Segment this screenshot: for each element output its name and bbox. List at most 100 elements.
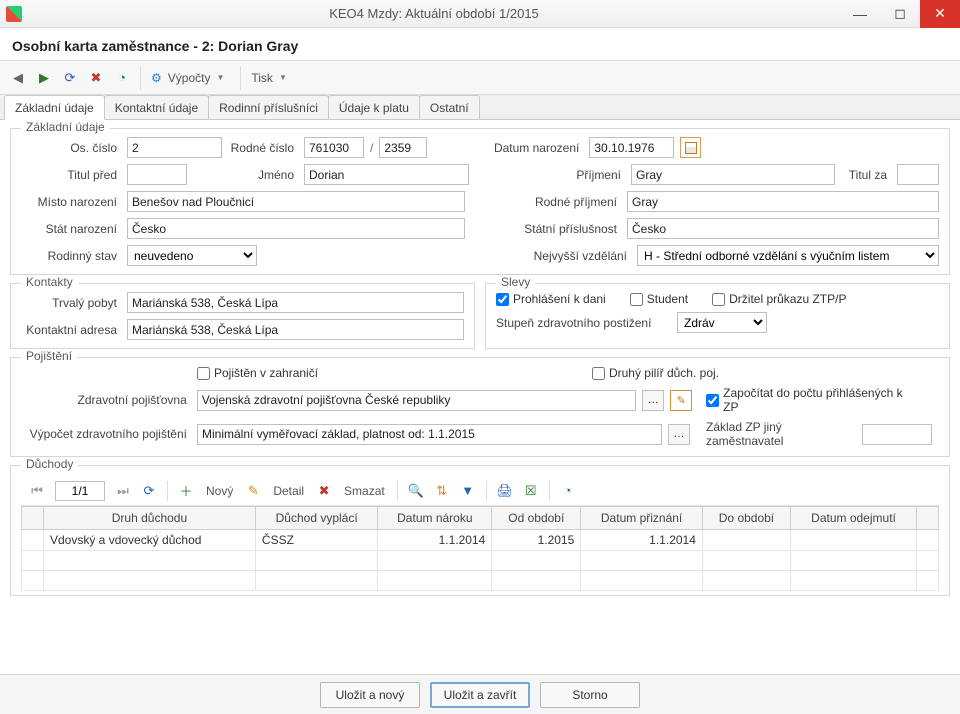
history-icon[interactable]: ◔	[556, 479, 580, 503]
calc-icon: ⚙	[151, 71, 162, 85]
field-vzdelani[interactable]: H - Střední odborné vzdělání s výučním l…	[637, 245, 939, 266]
vypocty-dropdown[interactable]: ⚙ Výpočty ▼	[140, 66, 234, 90]
field-statnar[interactable]	[127, 218, 465, 239]
btn-novy[interactable]: Nový	[200, 484, 239, 498]
col-druh[interactable]: Druh důchodu	[44, 507, 256, 530]
nav-next-icon[interactable]: ▶	[32, 66, 56, 90]
cancel-button[interactable]: Storno	[540, 682, 640, 708]
export-icon[interactable]: ☒	[519, 479, 543, 503]
field-zp[interactable]	[197, 390, 636, 411]
group-slevy: Slevy Prohlášení k dani Student Držitel …	[485, 283, 950, 349]
col-vyplaci[interactable]: Důchod vyplácí	[255, 507, 377, 530]
maximize-button[interactable]: ◻	[880, 0, 920, 28]
lbl-stupen: Stupeň zdravotního postižení	[496, 316, 671, 330]
zp-browse-button[interactable]: …	[642, 390, 664, 411]
field-statnipris[interactable]	[627, 218, 939, 239]
calendar-button[interactable]	[680, 137, 701, 158]
vypocty-label: Výpočty	[168, 71, 211, 85]
clock-icon[interactable]: ◔	[110, 66, 134, 90]
btn-smazat[interactable]: Smazat	[338, 484, 391, 498]
field-stupen[interactable]: Zdráv	[677, 312, 767, 333]
chk-zapocitat[interactable]: Započítat do počtu přihlášených k ZP	[706, 386, 921, 414]
refresh-grid-icon[interactable]: ⟳	[137, 479, 161, 503]
field-jmeno[interactable]	[304, 164, 469, 185]
duchody-toolbar: ⏮ ⏭ ⟳ ＋ Nový ✎ Detail ✖ Smazat 🔍 ⇅ ▼ 🖨 ☒…	[21, 476, 939, 506]
field-trvaly[interactable]	[127, 292, 464, 313]
legend-zakladni: Základní údaje	[21, 120, 110, 134]
lbl-vypocet: Výpočet zdravotního pojištění	[21, 427, 191, 441]
legend-kontakty: Kontakty	[21, 275, 78, 289]
tab-kontaktni[interactable]: Kontaktní údaje	[104, 95, 209, 119]
legend-duchody: Důchody	[21, 457, 78, 471]
field-rodstav[interactable]: neuvedeno	[127, 245, 257, 266]
chk-student[interactable]: Student	[630, 292, 688, 306]
field-mistonar[interactable]	[127, 191, 465, 212]
zp-edit-button[interactable]: ✎	[670, 390, 692, 411]
pager-field[interactable]	[55, 481, 105, 501]
delete-icon[interactable]: ✖	[84, 66, 108, 90]
table-row[interactable]: Vdovský a vdovecký důchod ČSSZ 1.1.2014 …	[22, 530, 939, 551]
tab-rodinni[interactable]: Rodinní příslušníci	[208, 95, 329, 119]
field-kontakt[interactable]	[127, 319, 464, 340]
chk-ztp[interactable]: Držitel průkazu ZTP/P	[712, 292, 846, 306]
sort-icon[interactable]: ⇅	[430, 479, 454, 503]
field-rc1[interactable]	[304, 137, 364, 158]
field-titulza[interactable]	[897, 164, 939, 185]
field-rc2[interactable]	[379, 137, 427, 158]
add-icon[interactable]: ＋	[174, 479, 198, 503]
lbl-rodneprij: Rodné příjmení	[471, 195, 621, 209]
field-rodneprij[interactable]	[627, 191, 939, 212]
btn-detail[interactable]: Detail	[267, 484, 310, 498]
field-titulpred[interactable]	[127, 164, 187, 185]
titlebar: KEO4 Mzdy: Aktuální období 1/2015 — ◻ ✕	[0, 0, 960, 28]
tab-ostatni[interactable]: Ostatní	[419, 95, 480, 119]
col-naroku[interactable]: Datum nároku	[378, 507, 492, 530]
save-new-button[interactable]: Uložit a nový	[320, 682, 420, 708]
col-do[interactable]: Do období	[702, 507, 790, 530]
field-vypocet[interactable]	[197, 424, 662, 445]
chk-prohlaseni[interactable]: Prohlášení k dani	[496, 292, 606, 306]
lbl-vzdelani: Nejvyšší vzdělání	[481, 249, 631, 263]
lbl-kontakt: Kontaktní adresa	[21, 323, 121, 337]
print-icon[interactable]: 🖨	[493, 479, 517, 503]
page-title: Osobní karta zaměstnance - 2: Dorian Gra…	[0, 28, 960, 60]
group-duchody: Důchody ⏮ ⏭ ⟳ ＋ Nový ✎ Detail ✖ Smazat 🔍…	[10, 465, 950, 596]
table-row[interactable]	[22, 551, 939, 571]
tisk-dropdown[interactable]: Tisk ▼	[240, 66, 296, 90]
field-oscislo[interactable]	[127, 137, 222, 158]
first-page-icon[interactable]: ⏮	[25, 479, 49, 503]
field-datnar[interactable]	[589, 137, 674, 158]
lbl-rodnecislo: Rodné číslo	[228, 141, 298, 155]
remove-icon[interactable]: ✖	[312, 479, 336, 503]
refresh-icon[interactable]: ⟳	[58, 66, 82, 90]
table-row[interactable]	[22, 571, 939, 591]
lbl-mistonar: Místo narození	[21, 195, 121, 209]
lbl-zp: Zdravotní pojišťovna	[21, 393, 191, 407]
col-priznani[interactable]: Datum přiznání	[581, 507, 703, 530]
window-title: KEO4 Mzdy: Aktuální období 1/2015	[28, 6, 840, 21]
save-close-button[interactable]: Uložit a zavřít	[430, 682, 530, 708]
tab-zakladni[interactable]: Základní údaje	[4, 95, 105, 120]
legend-slevy: Slevy	[496, 275, 535, 289]
close-button[interactable]: ✕	[920, 0, 960, 28]
field-zaklad[interactable]	[862, 424, 932, 445]
last-page-icon[interactable]: ⏭	[111, 479, 135, 503]
chk-druhypilir[interactable]: Druhý pilíř důch. poj.	[592, 366, 719, 380]
vypocet-browse-button[interactable]: …	[668, 424, 690, 445]
tab-platu[interactable]: Údaje k platu	[328, 95, 420, 119]
detail-icon[interactable]: ✎	[241, 479, 265, 503]
lbl-trvaly: Trvalý pobyt	[21, 296, 121, 310]
search-icon[interactable]: 🔍	[404, 479, 428, 503]
chk-zahranici[interactable]: Pojištěn v zahraničí	[197, 366, 568, 380]
col-od[interactable]: Od období	[492, 507, 581, 530]
field-prijmeni[interactable]	[631, 164, 835, 185]
filter-icon[interactable]: ▼	[456, 479, 480, 503]
minimize-button[interactable]: —	[840, 0, 880, 28]
col-odejmuti[interactable]: Datum odejmutí	[791, 507, 917, 530]
nav-prev-icon[interactable]: ◀	[6, 66, 30, 90]
group-pojisteni: Pojištění Pojištěn v zahraničí Druhý pil…	[10, 357, 950, 457]
duchody-table: Druh důchodu Důchod vyplácí Datum nároku…	[21, 506, 939, 591]
lbl-datnar: Datum narození	[433, 141, 583, 155]
group-zakladni: Základní údaje Os. číslo Rodné číslo / D…	[10, 128, 950, 275]
lbl-oscislo: Os. číslo	[21, 141, 121, 155]
